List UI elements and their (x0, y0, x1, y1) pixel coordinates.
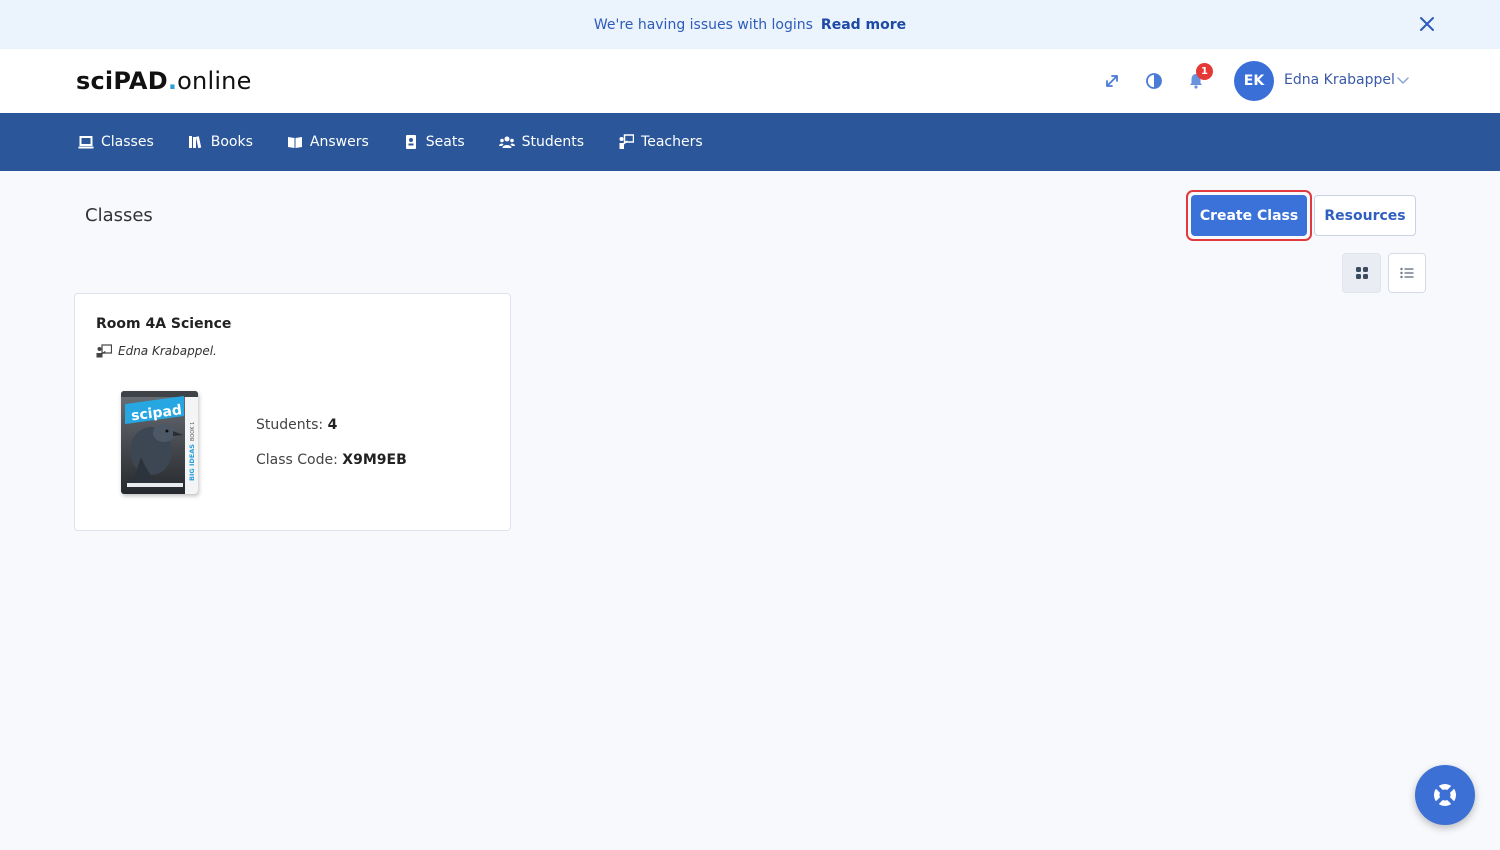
grid-icon (1355, 267, 1368, 279)
banner-message: We're having issues with logins (593, 16, 813, 33)
nav-label: Books (210, 134, 253, 150)
create-class-button[interactable]: Create Class (1191, 195, 1307, 236)
teachers-icon (619, 134, 635, 149)
nav-label: Teachers (641, 134, 703, 150)
nav-label: Students (521, 134, 585, 150)
contrast-icon[interactable] (1144, 71, 1164, 91)
notification-badge: 1 (1196, 63, 1213, 80)
nav-item-books[interactable]: Books (188, 134, 253, 150)
chevron-down-icon[interactable] (1396, 75, 1410, 87)
svg-text:BIG IDEAS: BIG IDEAS (188, 444, 196, 481)
nav-item-seats[interactable]: Seats (403, 134, 465, 150)
lifebuoy-icon (1434, 784, 1456, 806)
main-nav: Classes Books Answers Seats Students Tea… (0, 113, 1500, 171)
app-header: sciPAD.online 1 EK Edna Krabappel (0, 49, 1500, 113)
list-view-toggle[interactable] (1388, 253, 1426, 293)
logo[interactable]: sciPAD.online (76, 67, 252, 95)
students-stat: Students: 4 (256, 417, 338, 433)
nav-item-teachers[interactable]: Teachers (618, 134, 703, 150)
grid-view-toggle[interactable] (1342, 253, 1381, 293)
svg-text:BOOK 1: BOOK 1 (190, 422, 196, 441)
answers-icon (287, 137, 302, 148)
avatar[interactable]: EK (1234, 61, 1274, 101)
announcement-banner: We're having issues with logins Read mor… (0, 0, 1500, 49)
teacher-icon (96, 344, 112, 358)
list-icon (1400, 267, 1414, 279)
resources-button[interactable]: Resources (1314, 195, 1416, 236)
book-cover: scipad BIG IDEAS BOOK 1 (121, 391, 198, 494)
classes-icon (78, 136, 94, 149)
nav-item-classes[interactable]: Classes (78, 134, 154, 150)
nav-label: Seats (425, 134, 465, 150)
nav-label: Classes (101, 134, 154, 150)
class-card[interactable]: Room 4A Science Edna Krabappel. scipad B… (74, 293, 511, 531)
books-icon (188, 136, 201, 149)
students-count: 4 (327, 417, 338, 433)
user-name[interactable]: Edna Krabappel (1284, 72, 1395, 88)
help-button[interactable] (1415, 765, 1475, 825)
class-code: X9M9EB (342, 452, 407, 468)
nav-item-students[interactable]: Students (498, 134, 585, 150)
nav-label: Answers (309, 134, 369, 150)
class-name: Room 4A Science (96, 316, 232, 332)
close-icon[interactable] (1416, 13, 1438, 35)
seats-icon (405, 135, 416, 149)
fullscreen-icon[interactable] (1102, 71, 1122, 91)
students-icon (498, 136, 515, 148)
teacher-name: Edna Krabappel. (118, 344, 217, 358)
class-code-stat: Class Code: X9M9EB (256, 452, 407, 468)
nav-item-answers[interactable]: Answers (287, 134, 369, 150)
banner-read-more-link[interactable]: Read more (821, 17, 906, 33)
page-title: Classes (85, 205, 153, 226)
